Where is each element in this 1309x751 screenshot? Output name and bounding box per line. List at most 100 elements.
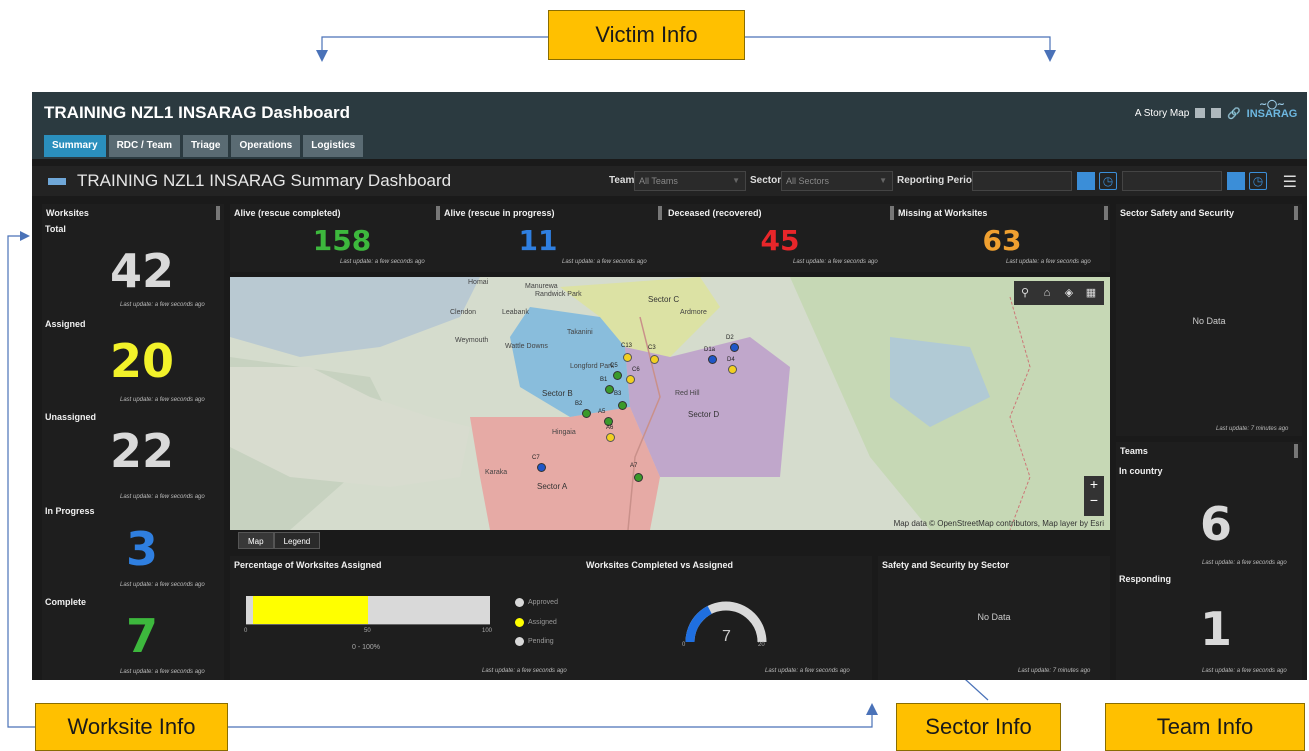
zoom-in-icon[interactable]: + [1084, 476, 1104, 492]
worksite-marker[interactable] [634, 473, 643, 482]
legend-label: Approved [528, 599, 558, 606]
tab-triage[interactable]: Triage [182, 135, 229, 157]
twitter-icon[interactable] [1211, 108, 1222, 118]
sector-filter-value: All Sectors [786, 176, 830, 186]
worksite-marker[interactable] [626, 375, 635, 384]
tab-map[interactable]: Map [238, 532, 274, 549]
kpi-alive-completed-value: 158 [312, 224, 372, 257]
story-map-label: A Story Map [1134, 107, 1190, 119]
tab-logistics[interactable]: Logistics [303, 135, 364, 157]
worksites-unassigned-updated: Last update: a few seconds ago [120, 494, 205, 500]
panel-grip[interactable] [1104, 206, 1108, 220]
team-filter-label: Team [609, 175, 635, 186]
pct-assigned-fill [253, 596, 368, 624]
safety-by-sector-title: Safety and Security by Sector [882, 560, 1010, 570]
clock-icon[interactable]: ◷ [1099, 172, 1117, 190]
legend-dot [515, 618, 524, 627]
home-icon[interactable]: ⌂ [1040, 286, 1054, 300]
kpi-alive-progress-title: Alive (rescue in progress) [444, 208, 555, 218]
logo-text: INSARAG [1246, 108, 1298, 120]
legend-item-approved: Approved [515, 598, 558, 607]
worksite-marker[interactable] [618, 401, 627, 410]
tab-operations[interactable]: Operations [231, 135, 301, 157]
map-label: Sector C [648, 295, 680, 304]
tab-bar: Summary RDC / Team Triage Operations Log… [44, 135, 364, 157]
panel-grip[interactable] [216, 206, 220, 220]
legend-item-assigned: Assigned [515, 618, 557, 627]
worksite-info-callout: Worksite Info [35, 703, 228, 751]
pct-range-label: 0 - 100% [352, 644, 381, 651]
tab-summary[interactable]: Summary [44, 135, 106, 157]
map-label: Ardmore [680, 309, 707, 316]
teams-responding-value: 1 [1199, 602, 1232, 656]
marker-label: A6 [606, 425, 614, 431]
worksites-inprogress-updated: Last update: a few seconds ago [120, 582, 205, 588]
kpi-deceased-updated: Last update: a few seconds ago [793, 259, 878, 265]
reporting-period-label: Reporting Period [897, 175, 979, 186]
layers-icon[interactable]: ◈ [1062, 286, 1076, 300]
worksite-marker[interactable] [730, 343, 739, 352]
kpi-missing-updated: Last update: a few seconds ago [1006, 259, 1091, 265]
end-date-input[interactable] [1122, 171, 1222, 191]
sector-map[interactable]: Homai Manurewa Randwick Park Clendon Lea… [230, 277, 1110, 530]
pct-axis [246, 624, 490, 625]
search-icon[interactable]: ⚲ [1018, 286, 1032, 300]
panel-grip[interactable] [658, 206, 662, 220]
pct-assigned-title: Percentage of Worksites Assigned [234, 560, 382, 570]
map-canvas [230, 277, 1110, 530]
chevron-down-icon: ▼ [879, 176, 887, 185]
chevron-down-icon: ▼ [732, 176, 740, 185]
worksite-marker[interactable] [605, 385, 614, 394]
worksites-complete-value: 7 [125, 609, 158, 663]
tab-legend[interactable]: Legend [273, 532, 321, 549]
map-label: Sector A [537, 482, 568, 491]
worksites-assigned-label: Assigned [45, 319, 86, 329]
gauge-fill [685, 605, 712, 643]
sector-safety-updated: Last update: 7 minutes ago [1216, 426, 1289, 432]
marker-label: D1a [704, 347, 716, 353]
panel-grip[interactable] [1294, 444, 1298, 458]
victim-kpi-row: Alive (rescue completed) 158 Last update… [230, 204, 1110, 272]
sector-filter-select[interactable]: All Sectors ▼ [781, 171, 893, 191]
tab-rdc-team[interactable]: RDC / Team [108, 135, 180, 157]
worksite-marker[interactable] [623, 353, 632, 362]
panel-grip[interactable] [1294, 206, 1298, 220]
map-label: Manurewa [525, 283, 558, 290]
zoom-out-icon[interactable]: − [1084, 492, 1104, 508]
menu-icon[interactable]: ☰ [1283, 172, 1297, 192]
insarag-logo: ∼◯∼ INSARAG [1246, 100, 1298, 126]
map-label: Wattle Downs [505, 343, 548, 350]
worksite-marker[interactable] [606, 433, 615, 442]
worksite-marker[interactable] [708, 355, 717, 364]
worksite-marker[interactable] [613, 371, 622, 380]
marker-label: B1 [600, 377, 608, 383]
panel-grip[interactable] [890, 206, 894, 220]
worksites-complete-updated: Last update: a few seconds ago [120, 669, 205, 675]
map-label: Hingaia [552, 429, 576, 436]
kpi-missing-value: 63 [982, 224, 1022, 257]
panel-grip[interactable] [436, 206, 440, 220]
link-icon[interactable]: 🔗 [1227, 107, 1241, 120]
completed-updated: Last update: a few seconds ago [765, 668, 850, 674]
basemap-gallery-icon[interactable]: ▦ [1084, 286, 1098, 300]
worksites-assigned-updated: Last update: a few seconds ago [120, 397, 205, 403]
legend-label: Pending [528, 638, 554, 645]
map-label: Longford Park [570, 363, 614, 370]
marker-label: A7 [630, 463, 638, 469]
kpi-missing-title: Missing at Worksites [898, 208, 988, 218]
map-label: Takanini [567, 329, 593, 336]
worksites-inprogress-value: 3 [125, 522, 158, 576]
start-date-input[interactable] [972, 171, 1072, 191]
worksite-marker[interactable] [582, 409, 591, 418]
team-filter-value: All Teams [639, 176, 678, 186]
map-tab-bar: Map Legend [238, 532, 321, 549]
worksite-marker[interactable] [728, 365, 737, 374]
pct-tick: 50 [364, 628, 371, 634]
calendar-icon[interactable] [1077, 172, 1095, 190]
team-filter-select[interactable]: All Teams ▼ [634, 171, 746, 191]
worksite-marker[interactable] [537, 463, 546, 472]
clock-icon[interactable]: ◷ [1249, 172, 1267, 190]
worksite-marker[interactable] [650, 355, 659, 364]
calendar-icon[interactable] [1227, 172, 1245, 190]
facebook-icon[interactable] [1195, 108, 1206, 118]
